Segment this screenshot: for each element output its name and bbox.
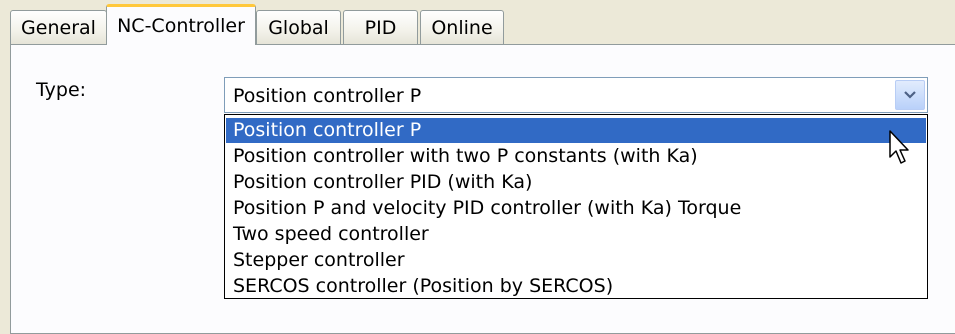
combo-value: Position controller P (233, 85, 422, 107)
combo-dropdown-button[interactable] (895, 80, 925, 110)
tab-bar: General PID Global Online NC-Controller (0, 0, 955, 45)
tab-label: General (21, 16, 96, 39)
dropdown-option[interactable]: Stepper controller (226, 248, 926, 273)
dropdown-option[interactable]: Two speed controller (226, 222, 926, 247)
dropdown-option[interactable]: Position P and velocity PID controller (… (226, 196, 926, 221)
tab-label: NC-Controller (117, 15, 245, 37)
tab-online[interactable]: Online (420, 10, 504, 44)
type-dropdown-list: Position controller P Position controlle… (224, 114, 928, 299)
mouse-pointer-icon (889, 130, 909, 164)
tab-general[interactable]: General (10, 10, 107, 44)
tab-nc-controller[interactable]: NC-Controller (106, 4, 256, 45)
dropdown-option[interactable]: Position controller P (226, 118, 926, 143)
tab-label: Global (268, 16, 329, 39)
tab-pid[interactable]: PID (343, 10, 418, 44)
chevron-down-icon (904, 91, 916, 99)
tab-label: PID (364, 16, 397, 39)
dropdown-option[interactable]: SERCOS controller (Position by SERCOS) (226, 274, 926, 299)
type-combobox[interactable]: Position controller P (224, 77, 928, 113)
tab-label: Online (431, 16, 493, 39)
type-label: Type: (36, 79, 87, 101)
dropdown-option[interactable]: Position controller PID (with Ka) (226, 170, 926, 195)
tab-global[interactable]: Global (256, 10, 341, 44)
dropdown-option[interactable]: Position controller with two P constants… (226, 144, 926, 169)
